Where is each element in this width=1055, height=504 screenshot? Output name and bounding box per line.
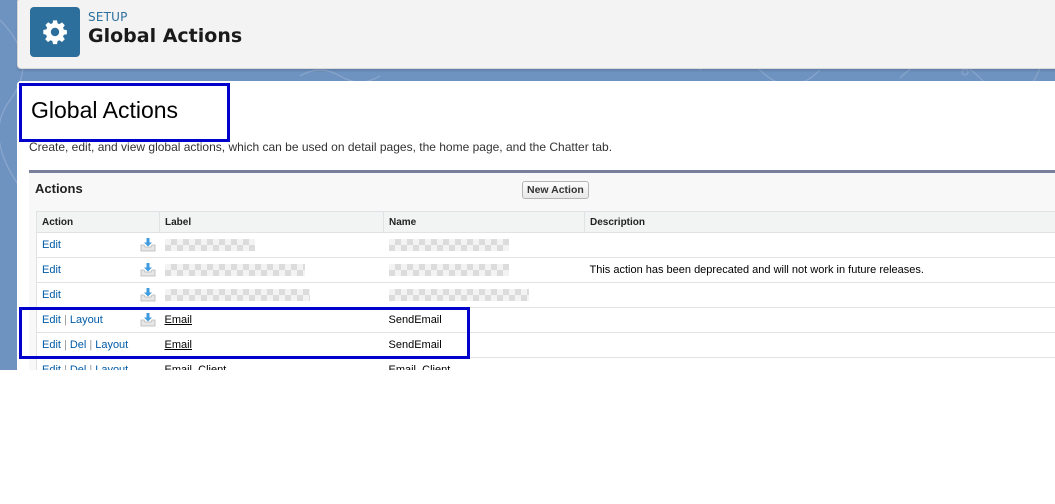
action-name: SendEmail [388,314,442,326]
edit-link[interactable]: Edit [42,314,61,326]
separator: | [63,314,67,326]
redacted-label [164,289,310,302]
del-link[interactable]: Del [70,339,87,351]
edit-link[interactable]: Edit [42,289,61,301]
separator: | [89,364,93,370]
edit-link[interactable]: Edit [42,239,61,251]
page-description: Create, edit, and view global actions, w… [29,140,613,154]
layout-link[interactable]: Layout [70,314,103,326]
redacted-label [164,239,255,252]
column-header-name: Name [383,211,585,233]
page-title: Global Actions [31,97,179,123]
column-header-description: Description [584,211,1055,233]
separator: | [63,364,67,370]
label-cell [140,257,384,283]
description-cell [584,282,1055,308]
name-cell [383,232,585,258]
name-cell [383,257,585,283]
label-cell: Email_Client [159,357,384,370]
column-header-action: Action [36,211,160,233]
del-link[interactable]: Del [70,364,87,370]
setup-viewport: SETUP Global Actions Global Actions Crea… [0,0,1055,370]
table-row: Edit | Del | Layout Email SendEmail [36,332,1055,358]
name-cell: Email_Client [383,357,585,370]
redacted-name [388,289,529,302]
layout-link[interactable]: Layout [95,339,128,351]
name-cell: SendEmail [383,332,585,358]
edit-link[interactable]: Edit [42,264,61,276]
setup-header: SETUP Global Actions [17,0,1055,69]
description-cell [584,332,1055,358]
column-header-label: Label [159,211,384,233]
page-content: Global Actions Create, edit, and view gl… [17,81,1055,370]
edit-link[interactable]: Edit [42,364,61,370]
label-cell: Email [140,307,384,333]
action-cell: Edit | Del | Layout [36,332,160,358]
download-icon [140,237,156,252]
edit-link[interactable]: Edit [42,339,61,351]
action-name: SendEmail [388,339,442,351]
name-cell: SendEmail [383,307,585,333]
table-row: Edit [36,282,1055,308]
label-cell: Email [159,332,384,358]
separator: | [63,339,67,351]
action-label[interactable]: Email [165,314,193,326]
action-label[interactable]: Email [165,339,193,351]
new-action-button[interactable]: New Action [522,181,589,199]
name-cell [383,282,585,308]
setup-eyebrow: SETUP [88,10,128,24]
description-cell: This action has been deprecated and will… [584,257,1055,283]
redacted-label [164,264,305,277]
download-icon [140,287,156,302]
description-cell [584,307,1055,333]
description-cell [584,357,1055,370]
table-header-row: Action Label Name Description [36,211,1055,233]
separator: | [89,339,93,351]
download-icon [140,312,156,327]
layout-link[interactable]: Layout [95,364,128,370]
table-row: Edit This action has been deprecated and … [36,257,1055,283]
table-row: Edit | Del | Layout Email_Client Email_Client [36,357,1055,370]
label-cell [140,282,384,308]
table-row: Edit | Layout Email SendEmail [36,307,1055,333]
redacted-name [388,264,509,277]
action-cell: Edit | Del | Layout [36,357,160,370]
gear-icon [30,7,80,57]
actions-panel: Actions New Action Action Label Name Des… [29,170,1055,370]
setup-title: Global Actions [88,25,243,47]
actions-table: Action Label Name Description Edit Edit Th… [36,211,1055,370]
action-name: Email_Client [388,364,451,370]
description-cell [584,232,1055,258]
panel-title: Actions [35,181,83,196]
label-cell [140,232,384,258]
download-icon [140,262,156,277]
table-row: Edit [36,232,1055,258]
redacted-name [388,239,509,252]
action-label: Email_Client [164,364,227,370]
